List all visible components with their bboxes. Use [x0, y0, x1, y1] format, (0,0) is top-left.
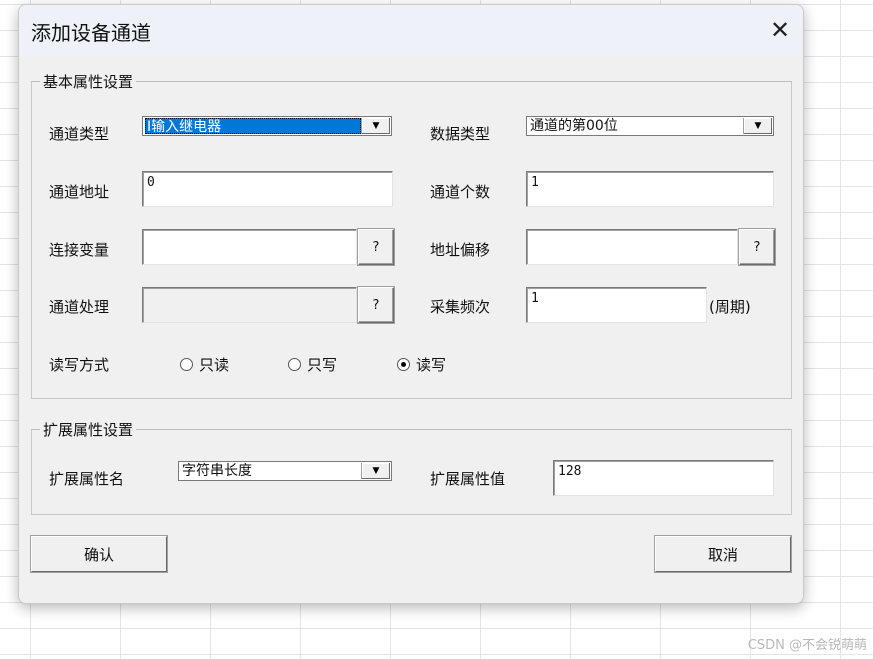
sample-frequency-label: 采集频次 — [430, 298, 491, 316]
channel-address-input[interactable]: 0 — [142, 171, 393, 207]
radio-read-only-label: 只读 — [199, 356, 230, 374]
data-type-select[interactable]: 通道的第00位 ▼ — [526, 116, 774, 136]
channel-process-label: 通道处理 — [49, 298, 110, 316]
dialog-title: 添加设备通道 — [31, 21, 151, 45]
address-offset-browse-button[interactable]: ? — [739, 229, 775, 265]
channel-type-select[interactable]: I输入继电器 ▼ — [142, 116, 392, 136]
confirm-button[interactable]: 确认 — [31, 536, 167, 572]
data-type-value: 通道的第00位 — [530, 118, 618, 134]
cancel-button[interactable]: 取消 — [655, 536, 791, 572]
channel-type-label: 通道类型 — [49, 125, 110, 143]
radio-button-selected[interactable] — [397, 358, 410, 371]
radio-write-only-label: 只写 — [307, 356, 338, 374]
chevron-down-icon[interactable]: ▼ — [743, 118, 772, 134]
sample-frequency-input[interactable]: 1 — [526, 287, 707, 323]
channel-type-value: I输入继电器 — [145, 118, 361, 135]
radio-read-write-label: 读写 — [416, 356, 447, 374]
extended-properties-title: 扩展属性设置 — [40, 419, 137, 440]
chevron-down-icon[interactable]: ▼ — [361, 118, 390, 134]
connect-variable-browse-button[interactable]: ? — [358, 229, 394, 265]
channel-count-input[interactable]: 1 — [526, 171, 774, 207]
data-type-label: 数据类型 — [430, 125, 491, 143]
radio-write-only[interactable]: 只写 — [288, 354, 337, 375]
radio-button[interactable] — [288, 358, 301, 371]
add-device-channel-dialog: 添加设备通道 ✕ 基本属性设置 通道类型 I输入继电器 ▼ 数据类型 通道的第0… — [18, 4, 804, 604]
address-offset-label: 地址偏移 — [430, 241, 491, 259]
channel-address-label: 通道地址 — [49, 183, 110, 201]
extended-attr-name-label: 扩展属性名 — [49, 470, 125, 488]
extended-attr-name-value: 字符串长度 — [182, 463, 252, 479]
extended-properties-group: 扩展属性设置 扩展属性名 字符串长度 ▼ 扩展属性值 128 — [31, 419, 792, 515]
basic-properties-title: 基本属性设置 — [40, 71, 137, 92]
radio-button[interactable] — [180, 358, 193, 371]
connect-variable-input[interactable] — [142, 229, 357, 265]
basic-properties-group: 基本属性设置 通道类型 I输入继电器 ▼ 数据类型 通道的第00位 ▼ 通道地址… — [31, 71, 792, 399]
address-offset-input[interactable] — [526, 229, 738, 265]
close-icon[interactable]: ✕ — [763, 15, 797, 45]
connect-variable-label: 连接变量 — [49, 241, 110, 259]
radio-read-only[interactable]: 只读 — [180, 354, 229, 375]
chevron-down-icon[interactable]: ▼ — [361, 463, 390, 479]
extended-attr-value-label: 扩展属性值 — [430, 470, 506, 488]
extended-attr-name-select[interactable]: 字符串长度 ▼ — [178, 461, 392, 481]
rw-mode-label: 读写方式 — [49, 356, 110, 374]
extended-attr-value-input[interactable]: 128 — [553, 460, 774, 496]
watermark: CSDN @不会锐萌萌 — [747, 638, 867, 653]
sample-frequency-unit: (周期) — [709, 298, 751, 316]
channel-process-browse-button[interactable]: ? — [358, 287, 394, 323]
channel-count-label: 通道个数 — [430, 183, 491, 201]
channel-process-input — [142, 287, 357, 323]
title-bar: 添加设备通道 ✕ — [19, 5, 803, 55]
radio-read-write[interactable]: 读写 — [397, 354, 446, 375]
